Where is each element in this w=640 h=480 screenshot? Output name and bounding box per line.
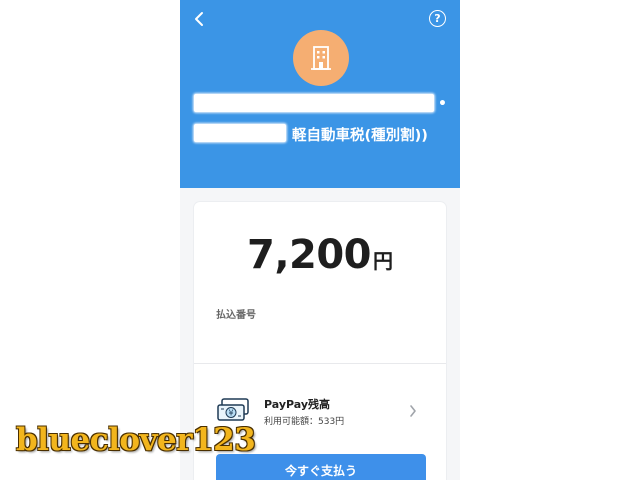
help-button[interactable]: ? (429, 10, 446, 27)
building-icon (311, 46, 331, 70)
payment-amount: 7,200 円 (194, 232, 446, 278)
question-mark-icon: ? (434, 12, 441, 25)
cash-icon: ¥ (217, 398, 249, 421)
svg-text:¥: ¥ (228, 409, 233, 418)
amount-value: 7,200 (246, 232, 372, 278)
chevron-left-icon (195, 12, 203, 26)
payment-method-title: PayPay残高 (264, 398, 331, 411)
back-button[interactable] (188, 8, 210, 30)
payment-header: ? • 軽自動車税(種別割)) (180, 0, 460, 188)
chevron-right-icon (410, 405, 416, 417)
separator-dot: • (438, 96, 447, 112)
divider (194, 363, 446, 364)
payee-avatar (293, 30, 349, 86)
app-screen: ? • 軽自動車税(種別割)) 7,200 円 払込番号 ¥ PayPay残高 … (180, 0, 460, 480)
redacted-payee-detail (194, 124, 286, 142)
amount-unit: 円 (373, 249, 394, 273)
available-balance: 利用可能額：533円 (264, 417, 345, 427)
watermark-text: blueclover123 (16, 422, 256, 458)
payment-number-label: 払込番号 (216, 310, 256, 321)
tax-name: 軽自動車税(種別割)) (292, 128, 428, 144)
redacted-payee-name (194, 94, 434, 112)
